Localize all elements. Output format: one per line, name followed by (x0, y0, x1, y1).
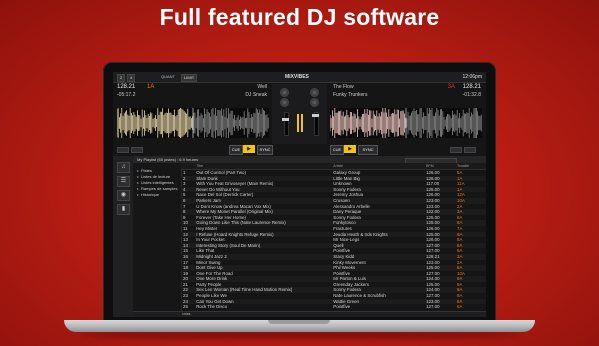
sync-button-left[interactable]: SYNC (257, 145, 273, 155)
deck-right-key: 3A (447, 84, 455, 90)
gain-knob-right[interactable] (310, 88, 319, 97)
browser-button-icon[interactable]: ♫ (117, 162, 130, 173)
vu-meter-right (301, 114, 303, 132)
cue-button-right[interactable]: CUE (330, 145, 344, 155)
deck-left-waveform[interactable] (117, 108, 269, 138)
table-cell-bpm: 127.00 (426, 304, 440, 310)
folder-button-icon[interactable]: ☰ (117, 176, 130, 187)
folder-item[interactable]: ▸ Pistes (137, 168, 152, 173)
vu-meter-left (297, 114, 299, 132)
bottom-bar: cross (133, 311, 486, 317)
deck-left-artist: DJ Sneak (245, 92, 267, 98)
laptop-shadow (80, 331, 520, 339)
hotcue-1-right[interactable] (450, 147, 462, 153)
deck-right-bpm: 128.21 (462, 84, 481, 90)
sync-button-right[interactable]: SYNC (358, 145, 378, 155)
folder-icon: ▸ (137, 174, 140, 179)
hotcue-2-right[interactable] (464, 147, 476, 153)
deck-count-left[interactable]: 2 (117, 74, 126, 82)
deck-left-title: Well (257, 84, 267, 90)
table-cell-n: 25 (183, 304, 188, 310)
deck-right-title: The Flow (333, 84, 354, 90)
brand-logo: MIXVIBES (285, 74, 309, 80)
cue-button-left[interactable]: CUE (229, 145, 243, 155)
deck-left-info: 128.21 1A -05:17.2 Well DJ Sneak (117, 84, 267, 106)
play-button-left[interactable]: ▶ (243, 145, 255, 153)
folder-icon: ▸ (137, 180, 140, 185)
play-icon: ▶ (348, 146, 352, 152)
hotcue-1-left[interactable] (117, 147, 129, 153)
volume-fader-right-cap[interactable] (312, 114, 319, 117)
folder-item[interactable]: ▸ Historique (137, 192, 159, 197)
top-bar: 2 4 QUANT LIMIT MIXVIBES 12:06pm (113, 72, 486, 83)
limit-button[interactable]: LIMIT (181, 74, 198, 82)
sampler-button-icon[interactable]: ◉ (117, 190, 130, 201)
table-cell-key: 6A (457, 304, 463, 310)
eq-high-knob-left[interactable] (280, 98, 289, 107)
eq-high-knob-right[interactable] (310, 98, 319, 107)
clock: 12:06pm (462, 74, 482, 80)
quant-label[interactable]: QUANT (161, 74, 175, 79)
headline: Full featured DJ software (159, 4, 440, 30)
mic-button-icon[interactable]: ▮ (117, 204, 130, 215)
folder-item[interactable]: ▸ Rampes de samples (137, 186, 177, 191)
folder-icon: ▸ (137, 192, 140, 197)
browser-side-strip: ♫ ☰ ◉ ▮ (113, 156, 134, 317)
volume-fader-left[interactable] (284, 112, 289, 136)
hotcue-2-left[interactable] (131, 147, 143, 153)
laptop-notch (268, 320, 330, 324)
table-cell-artist: Pointfive (333, 304, 351, 310)
play-icon: ▶ (247, 146, 251, 152)
deck-left-key: 1A (147, 84, 155, 90)
folder-item[interactable]: ▸ Listes de lecture (137, 174, 170, 179)
deck-right-time: -01:32.8 (462, 92, 481, 98)
deck-right-artist: Funky Trunkers (333, 92, 368, 98)
deck-right-transport: CUE ▶ SYNC (330, 145, 482, 155)
table-row[interactable]: 25 Rock The Disco Pointfive 127.00 6A (181, 304, 486, 310)
deck-right-info: The Flow Funky Trunkers 3A 128.21 -01:32… (333, 84, 481, 106)
volume-fader-left-cap[interactable] (282, 118, 289, 121)
track-table: Titre Artiste BPM Tonalité 1 Out Of Contr… (181, 163, 486, 310)
folder-tree: ▸ Pistes ▸ Listes de lecture ▸ Listes intel… (133, 163, 182, 317)
folder-icon: ▸ (137, 186, 140, 191)
deck-left-time: -05:17.2 (117, 92, 136, 98)
mixer-panel (272, 84, 327, 144)
deck-right-waveform[interactable] (330, 108, 482, 138)
table-cell-title: Rock The Disco (196, 304, 228, 310)
folder-item[interactable]: ▸ Listes intelligentes (137, 180, 174, 185)
gain-knob-left[interactable] (280, 88, 289, 97)
deck-left-bpm: 128.21 (117, 84, 136, 90)
bottom-brand: cross (182, 312, 191, 316)
play-button-right[interactable]: ▶ (344, 145, 356, 153)
folder-icon: ▸ (137, 168, 140, 173)
app-screen: 2 4 QUANT LIMIT MIXVIBES 12:06pm 128.21 … (113, 72, 486, 317)
deck-count-right[interactable]: 4 (127, 74, 136, 82)
deck-left-transport: CUE ▶ SYNC (117, 145, 273, 155)
